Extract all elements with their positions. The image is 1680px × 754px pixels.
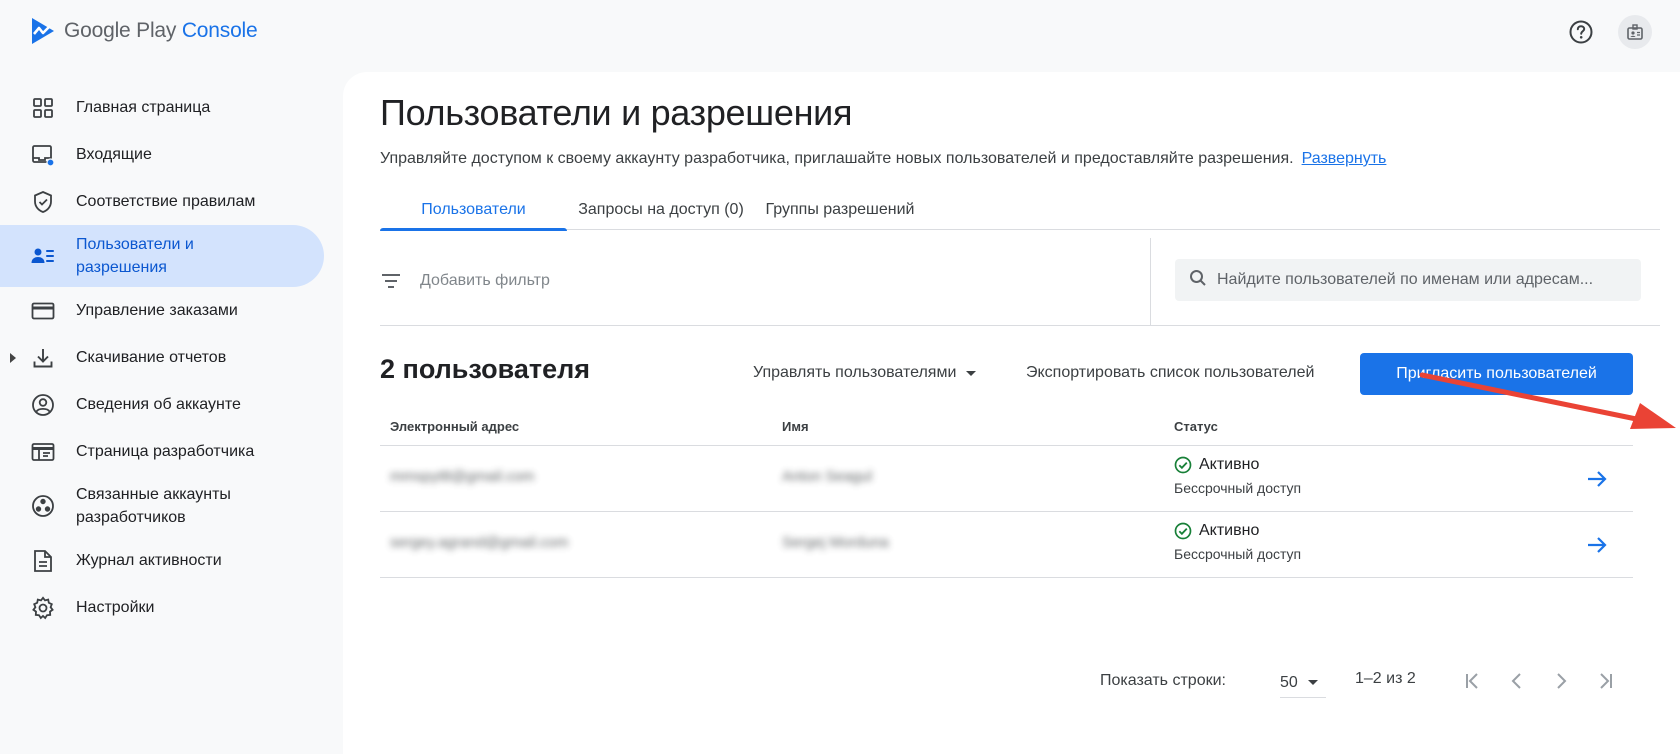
tab-access-requests[interactable]: Запросы на доступ (0) bbox=[567, 190, 755, 230]
column-header-status[interactable]: Статус bbox=[1174, 419, 1218, 434]
arrow-right-icon[interactable] bbox=[1585, 533, 1609, 557]
previous-page-icon[interactable] bbox=[1502, 666, 1532, 696]
status-label: Активно bbox=[1199, 456, 1260, 473]
first-page-icon[interactable] bbox=[1458, 666, 1488, 696]
sidebar-item-label: Журнал активности bbox=[76, 551, 222, 569]
sidebar-item-label: Управление заказами bbox=[76, 301, 238, 319]
column-header-name[interactable]: Имя bbox=[782, 419, 809, 434]
access-duration: Бессрочный доступ bbox=[1174, 480, 1302, 496]
web-page-icon bbox=[31, 440, 55, 464]
user-count-title: 2 пользователя bbox=[380, 354, 591, 384]
filter-toolbar: Добавить фильтр bbox=[380, 238, 1660, 326]
sidebar-item-label: Страница разработчика bbox=[76, 442, 255, 460]
tab-users[interactable]: Пользователи bbox=[380, 190, 567, 231]
sidebar-item-account[interactable]: Сведения об аккаунте bbox=[0, 381, 340, 428]
next-page-icon[interactable] bbox=[1546, 666, 1576, 696]
dashboard-icon bbox=[31, 96, 55, 120]
rows-per-page-value: 50 bbox=[1280, 673, 1298, 691]
sidebar-item-label: Главная страница bbox=[76, 98, 211, 116]
sidebar-item-activity-log[interactable]: Журнал активности bbox=[0, 537, 340, 584]
users-permissions-icon bbox=[31, 244, 55, 268]
check-circle-icon bbox=[1174, 456, 1192, 474]
sidebar-item-label: Сведения об аккаунте bbox=[76, 395, 241, 413]
manage-users-dropdown[interactable]: Управлять пользователями bbox=[753, 364, 977, 382]
logo-console: Console bbox=[181, 19, 258, 42]
user-status: Активно Бессрочный доступ bbox=[1174, 456, 1301, 496]
shield-icon bbox=[31, 190, 55, 214]
pagination: Показать строки: 50 1–2 из 2 bbox=[380, 670, 1660, 712]
sidebar-item-label: Настройки bbox=[76, 598, 155, 616]
help-icon[interactable] bbox=[1564, 15, 1598, 49]
sidebar-item-label: Связанные аккаунты разработчиков bbox=[76, 486, 231, 526]
chevron-down-icon bbox=[1307, 680, 1318, 685]
user-email: sergey.agrand@gmail.com bbox=[390, 534, 569, 551]
download-icon bbox=[31, 346, 55, 370]
main-panel: Пользователи и разрешения Управляйте дос… bbox=[343, 72, 1680, 754]
user-email: mmspyt8@gmail.com bbox=[390, 468, 535, 485]
sidebar-item-inbox[interactable]: Входящие bbox=[0, 131, 340, 178]
expand-caret-icon[interactable] bbox=[10, 352, 16, 363]
account-circle-icon bbox=[31, 393, 55, 417]
search-icon bbox=[1189, 269, 1207, 292]
user-search-box[interactable] bbox=[1175, 259, 1641, 301]
sidebar-item-label: Входящие bbox=[76, 145, 152, 163]
users-table: Электронный адрес Имя Статус mmspyt8@gma… bbox=[380, 408, 1633, 578]
user-name: Sergej Morduna bbox=[782, 534, 889, 551]
sidebar-item-policy[interactable]: Соответствие правилам bbox=[0, 178, 340, 225]
sidebar-item-label: Соответствие правилам bbox=[76, 192, 256, 210]
arrow-right-icon[interactable] bbox=[1585, 467, 1609, 491]
logo-text: Google Play Console bbox=[64, 19, 258, 43]
top-bar: Google Play Console bbox=[0, 0, 1680, 70]
sidebar-nav: Главная страница Входящие Соответствие п… bbox=[0, 84, 340, 631]
expand-link[interactable]: Развернуть bbox=[1302, 150, 1387, 167]
sidebar-item-home[interactable]: Главная страница bbox=[0, 84, 340, 131]
sidebar-item-developer-page[interactable]: Страница разработчика bbox=[0, 428, 340, 475]
logo-google-play: Google Play bbox=[64, 19, 177, 42]
manage-users-label: Управлять пользователями bbox=[753, 364, 957, 381]
last-page-icon[interactable] bbox=[1590, 666, 1620, 696]
sidebar-item-orders[interactable]: Управление заказами bbox=[0, 287, 340, 334]
credit-card-icon bbox=[31, 299, 55, 323]
sidebar-item-label: Скачивание отчетов bbox=[76, 348, 227, 366]
status-label: Активно bbox=[1199, 522, 1260, 539]
search-input[interactable] bbox=[1217, 271, 1637, 289]
description-text: Управляйте доступом к своему аккаунту ра… bbox=[380, 150, 1294, 167]
sidebar-item-linked-accounts[interactable]: Связанные аккаунты разработчиков bbox=[0, 475, 340, 537]
table-row[interactable]: mmspyt8@gmail.com Anton Seagul Активно Б… bbox=[380, 446, 1633, 512]
add-filter-label: Добавить фильтр bbox=[420, 272, 550, 289]
sidebar-item-settings[interactable]: Настройки bbox=[0, 584, 340, 631]
filter-icon bbox=[380, 270, 402, 292]
toolbar-divider bbox=[1150, 238, 1151, 326]
linked-accounts-icon bbox=[31, 494, 55, 518]
export-users-button[interactable]: Экспортировать список пользователей bbox=[1026, 364, 1314, 382]
column-header-email[interactable]: Электронный адрес bbox=[390, 419, 519, 434]
sidebar-item-users-permissions[interactable]: Пользователи и разрешения bbox=[0, 225, 324, 287]
user-name: Anton Seagul bbox=[782, 468, 873, 485]
account-badge-icon[interactable] bbox=[1618, 15, 1652, 49]
tab-permission-groups[interactable]: Группы разрешений bbox=[755, 190, 925, 230]
sidebar-item-label: Пользователи и разрешения bbox=[76, 236, 194, 276]
google-play-console-logo[interactable]: Google Play Console bbox=[30, 16, 258, 46]
access-duration: Бессрочный доступ bbox=[1174, 546, 1302, 562]
rows-per-page-select[interactable]: 50 bbox=[1280, 668, 1326, 698]
tab-bar: Пользователи Запросы на доступ (0) Групп… bbox=[380, 190, 1660, 231]
inbox-icon bbox=[31, 143, 55, 167]
page-range: 1–2 из 2 bbox=[1355, 670, 1416, 687]
rows-per-page-label: Показать строки: bbox=[1100, 672, 1226, 689]
page-description: Управляйте доступом к своему аккаунту ра… bbox=[380, 150, 1386, 168]
table-row[interactable]: sergey.agrand@gmail.com Sergej Morduna А… bbox=[380, 512, 1633, 578]
table-header: Электронный адрес Имя Статус bbox=[380, 408, 1633, 446]
gear-icon bbox=[31, 595, 55, 620]
user-status: Активно Бессрочный доступ bbox=[1174, 522, 1301, 562]
add-filter-button[interactable]: Добавить фильтр bbox=[380, 270, 550, 292]
play-console-logo-icon bbox=[32, 18, 54, 44]
chevron-down-icon bbox=[966, 370, 977, 376]
page-title: Пользователи и разрешения bbox=[380, 92, 853, 133]
check-circle-icon bbox=[1174, 522, 1192, 540]
sidebar-item-reports[interactable]: Скачивание отчетов bbox=[0, 334, 340, 381]
document-icon bbox=[31, 549, 55, 573]
